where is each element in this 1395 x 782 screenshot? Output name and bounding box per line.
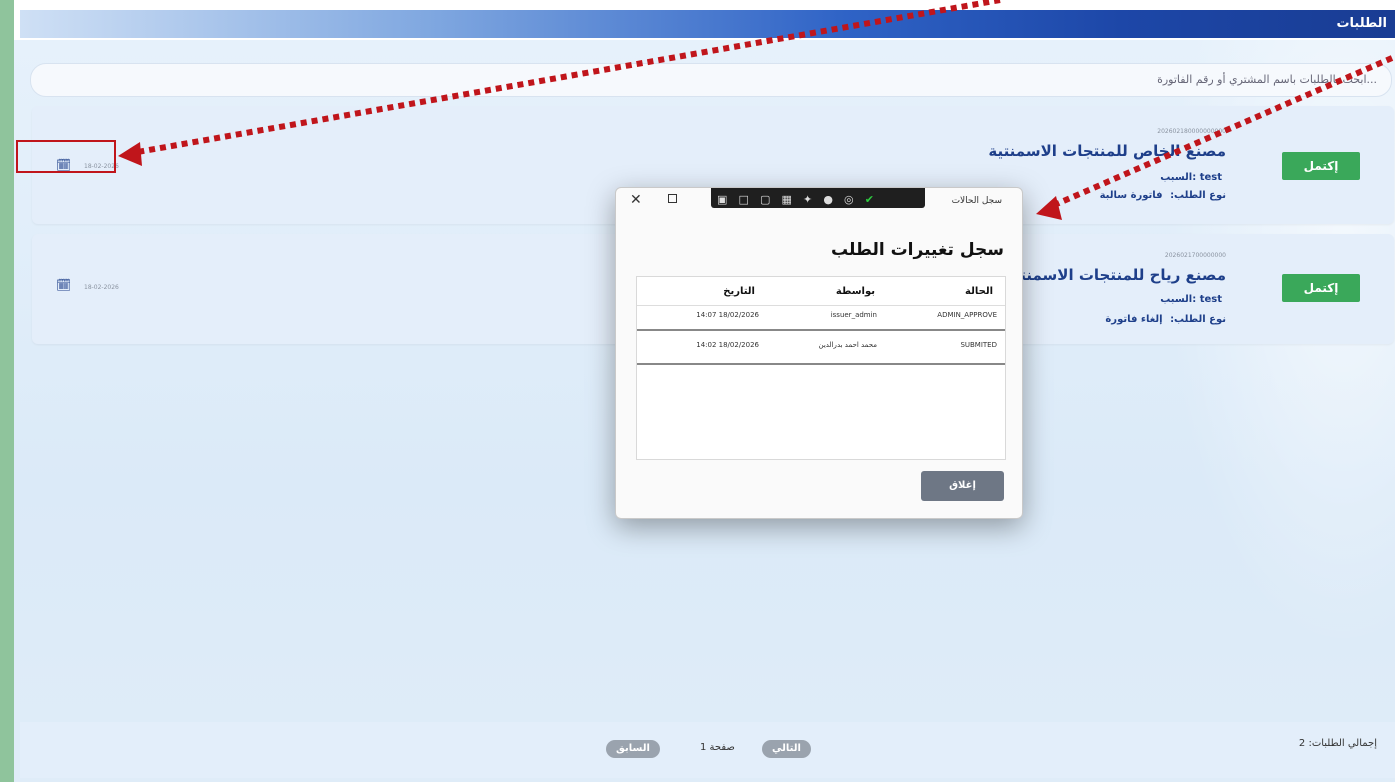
- annotation-arrowhead: [118, 142, 142, 166]
- annotation-arrow-line: [1050, 55, 1394, 209]
- annotation-arrowhead: [1036, 196, 1062, 220]
- annotation-arrow-line: [131, 0, 1001, 156]
- annotation-arrows: [118, 0, 1394, 220]
